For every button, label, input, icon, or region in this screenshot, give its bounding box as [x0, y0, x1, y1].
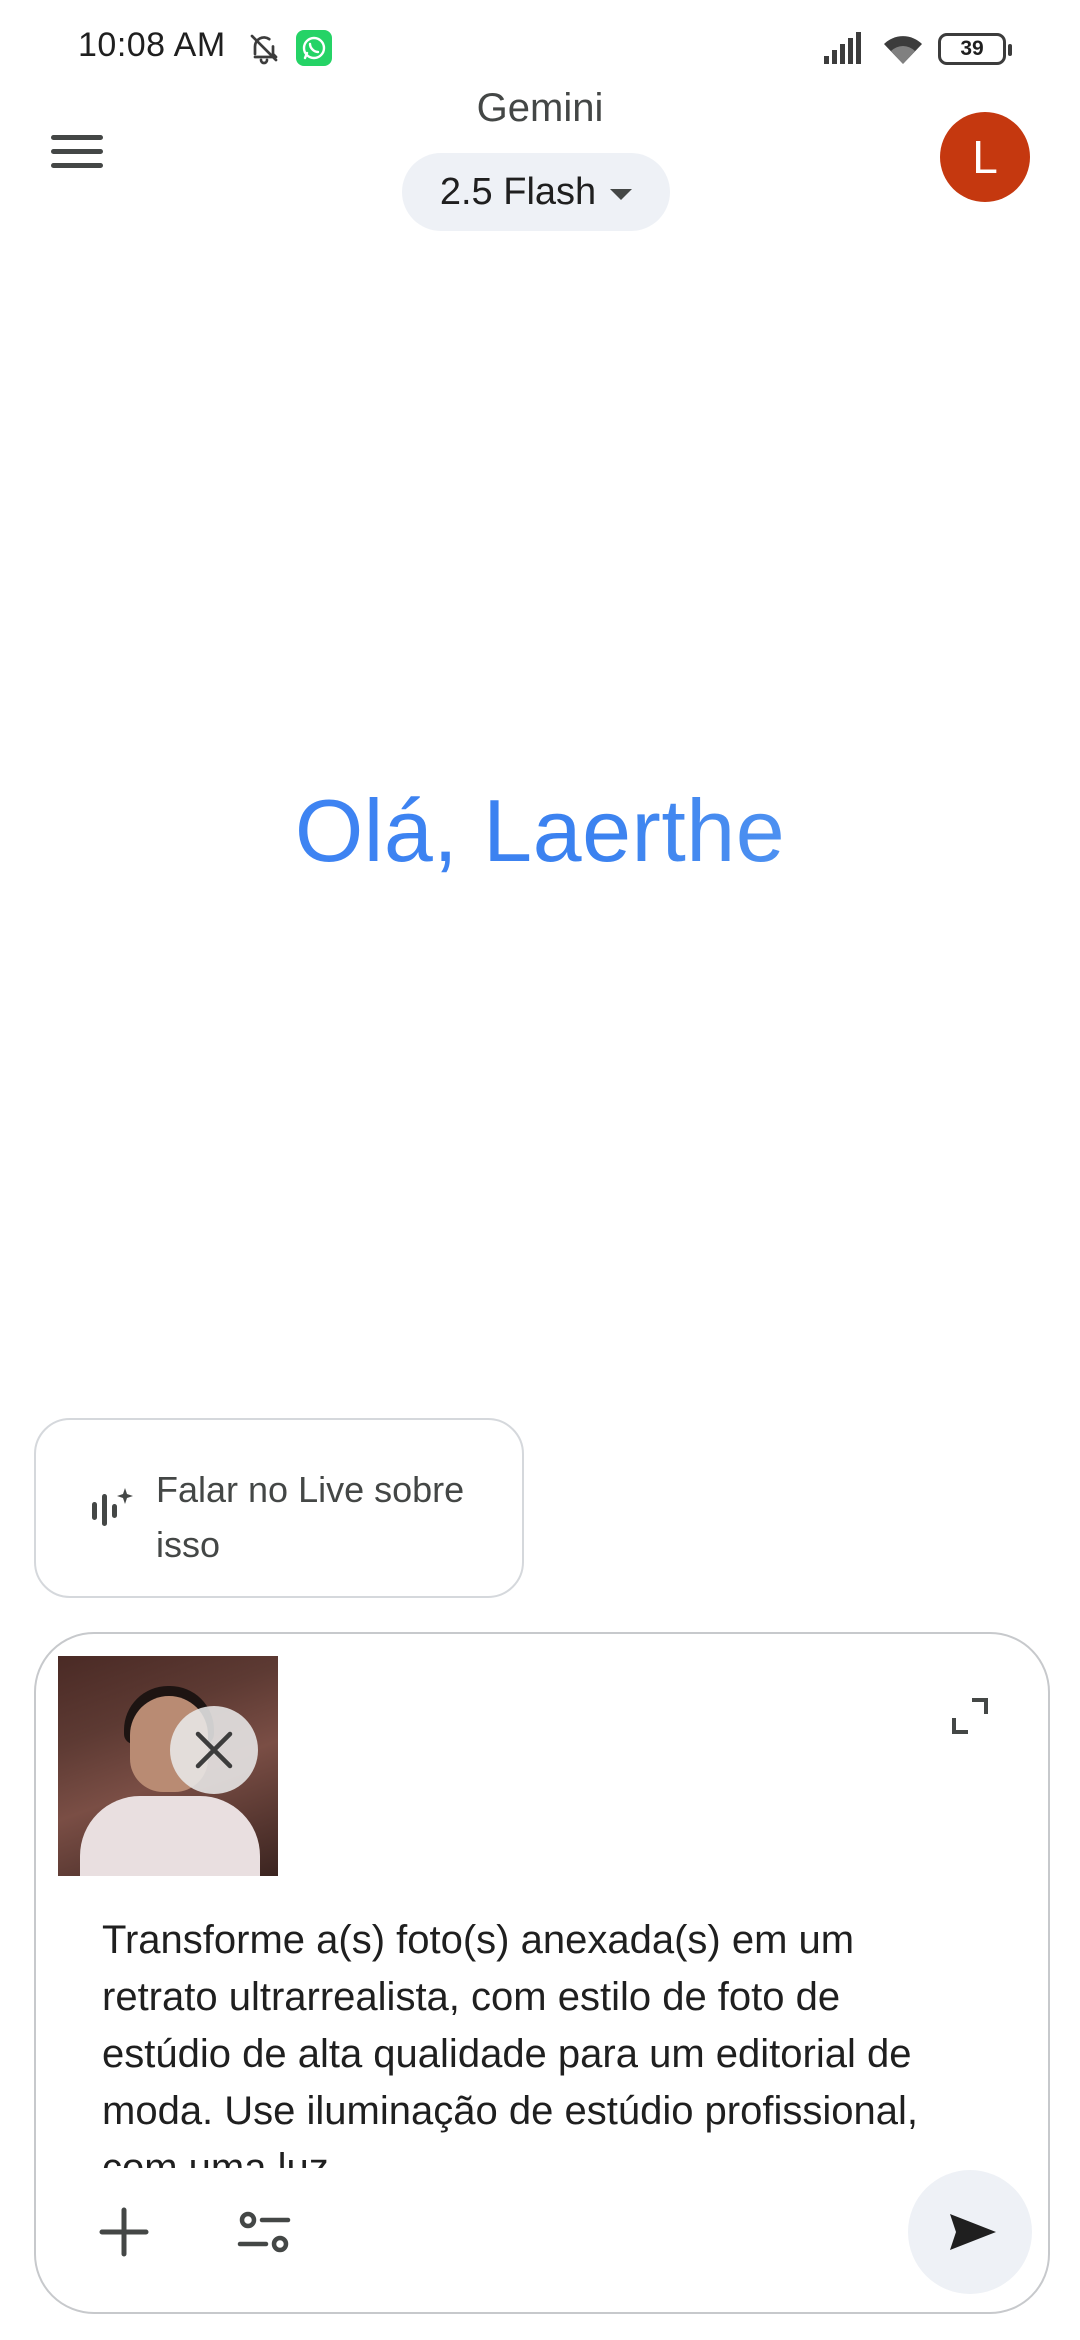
live-waveform-icon: [86, 1484, 136, 1534]
send-icon: [950, 2214, 996, 2250]
wifi-icon: [880, 30, 926, 68]
live-chip-label: Falar no Live sobre isso: [156, 1469, 465, 1565]
avatar[interactable]: L: [940, 112, 1030, 202]
prompt-composer: Transforme a(s) foto(s) anexada(s) em um…: [34, 1632, 1050, 2314]
model-label: 2.5 Flash: [439, 170, 597, 213]
expand-icon[interactable]: [948, 1694, 992, 1738]
prompt-input[interactable]: Transforme a(s) foto(s) anexada(s) em um…: [102, 1912, 942, 2168]
close-icon: [195, 1731, 233, 1769]
status-bar: 10:08 AM 39: [0, 0, 1080, 100]
whatsapp-icon: [296, 30, 332, 66]
remove-attachment-button[interactable]: [170, 1706, 258, 1794]
app-title: Gemini: [476, 86, 604, 130]
live-suggestion-chip[interactable]: Falar no Live sobre isso: [34, 1418, 524, 1598]
photo-thumbnail[interactable]: [58, 1656, 278, 1876]
status-time: 10:08 AM: [78, 26, 226, 64]
signal-icon: [822, 32, 866, 66]
send-button[interactable]: [908, 2170, 1032, 2294]
greeting: Olá, Laerthe: [0, 780, 1080, 882]
plus-icon[interactable]: [86, 2194, 162, 2270]
caret-down-icon: [610, 188, 633, 200]
model-selector[interactable]: 2.5 Flash: [402, 153, 670, 231]
menu-icon[interactable]: [44, 130, 110, 180]
battery-icon: 39: [938, 33, 1012, 65]
tools-icon[interactable]: [228, 2196, 300, 2268]
bell-off-icon: [246, 30, 282, 66]
